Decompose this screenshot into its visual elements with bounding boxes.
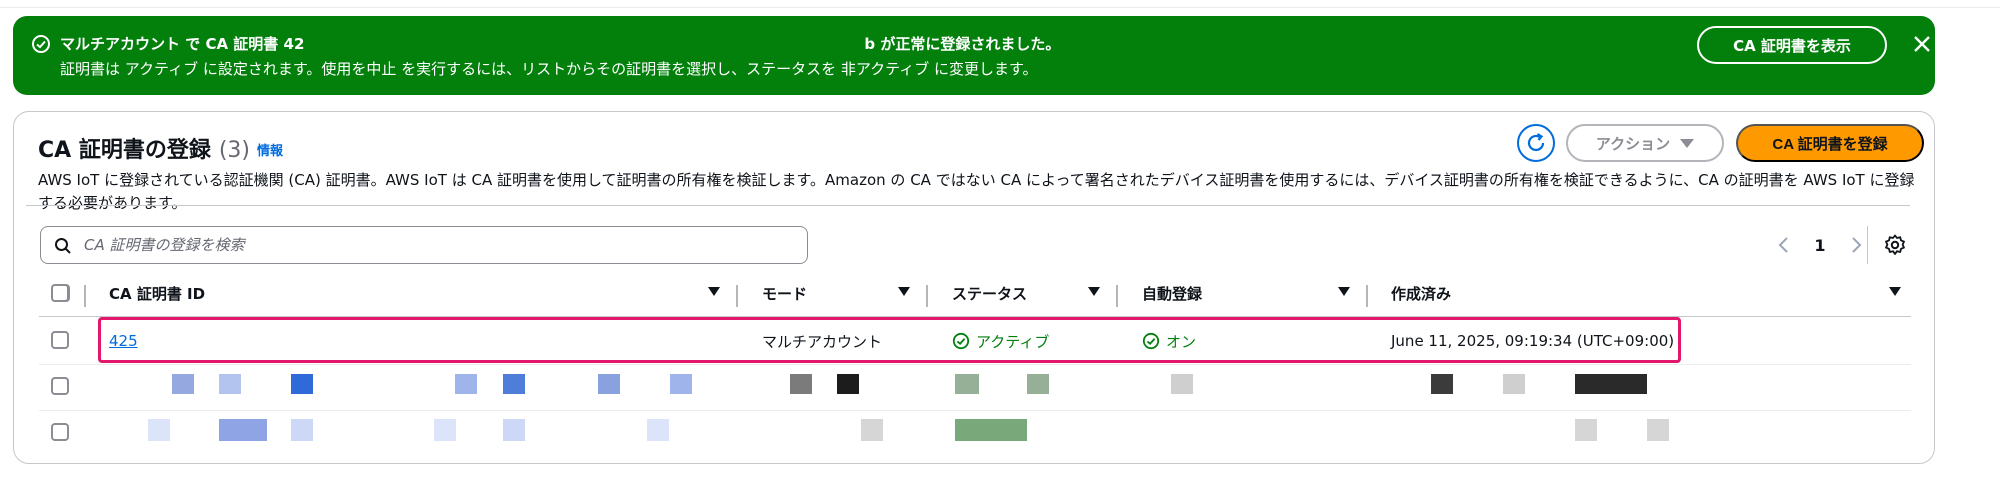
- redacted-block: [172, 374, 194, 394]
- redacted-block: [503, 374, 525, 394]
- redacted-block: [1575, 419, 1597, 441]
- search-field[interactable]: [40, 226, 808, 264]
- chevron-left-icon[interactable]: [1774, 235, 1794, 255]
- redacted-block: [1647, 419, 1669, 441]
- column-divider: [736, 285, 738, 307]
- flash-message: 証明書は アクティブ に設定されます。使用を中止 を実行するには、リストからその…: [60, 60, 1038, 78]
- redacted-block: [1503, 374, 1525, 394]
- redacted-block: [837, 374, 859, 394]
- page-title: CA 証明書の登録 (3): [38, 132, 250, 164]
- redacted-block: [861, 419, 883, 441]
- item-count: (3): [218, 138, 251, 163]
- row-divider: [39, 410, 1911, 411]
- row-divider: [39, 364, 1911, 365]
- column-label: ステータス: [952, 284, 1028, 303]
- column-label: CA 証明書 ID: [109, 284, 206, 303]
- redacted-block: [670, 374, 692, 394]
- table-header: [26, 164, 1910, 302]
- redacted-block: [955, 419, 1027, 441]
- column-label: 作成済み: [1391, 284, 1452, 303]
- row-checkbox[interactable]: [51, 331, 69, 349]
- flash-title: マルチアカウント で CA 証明書 42 b が正常に登録されました。: [60, 33, 1060, 54]
- row-checkbox[interactable]: [51, 423, 69, 441]
- redacted-block: [503, 419, 525, 441]
- chevron-right-icon[interactable]: [1846, 235, 1866, 255]
- redacted-block: [598, 374, 620, 394]
- column-header-status[interactable]: ステータス: [952, 272, 1027, 314]
- caret-down-icon: [1680, 138, 1695, 148]
- redacted-block: [1027, 374, 1049, 394]
- refresh-icon[interactable]: [1517, 124, 1555, 162]
- search-input[interactable]: [84, 233, 784, 257]
- flash-title-prefix: マルチアカウント で CA 証明書 42: [60, 35, 305, 53]
- check-circle-icon: [31, 34, 51, 54]
- info-link[interactable]: 情報: [257, 140, 283, 159]
- redacted-block: [1431, 374, 1453, 394]
- redacted-block: [219, 374, 241, 394]
- highlight-annotation: [98, 317, 1681, 363]
- search-icon: [54, 237, 72, 255]
- flash-title-suffix: b が正常に登録されました。: [864, 35, 1061, 53]
- current-page-number[interactable]: 1: [1810, 236, 1830, 255]
- top-border: [0, 0, 2000, 8]
- column-label: モード: [762, 284, 808, 303]
- column-header-auto-registration[interactable]: 自動登録: [1142, 272, 1202, 314]
- redacted-area: [304, 37, 864, 53]
- select-all-checkbox[interactable]: [51, 284, 69, 302]
- sort-icon[interactable]: [708, 272, 722, 314]
- row-checkbox[interactable]: [51, 377, 69, 395]
- redacted-block: [455, 374, 477, 394]
- register-ca-certificate-button[interactable]: CA 証明書を登録: [1736, 124, 1924, 162]
- column-divider: [1116, 285, 1118, 307]
- redacted-block: [219, 419, 267, 441]
- actions-label: アクション: [1595, 134, 1671, 153]
- sort-icon[interactable]: [1338, 272, 1352, 314]
- redacted-block: [1171, 374, 1193, 394]
- title-text: CA 証明書の登録: [38, 138, 211, 163]
- column-header-ca-id[interactable]: CA 証明書 ID: [109, 272, 205, 314]
- sort-icon[interactable]: [1889, 272, 1903, 314]
- column-header-created[interactable]: 作成済み: [1391, 272, 1451, 314]
- redacted-block: [148, 419, 170, 441]
- redacted-block: [647, 419, 669, 441]
- column-label: 自動登録: [1142, 284, 1203, 303]
- column-divider: [926, 285, 928, 307]
- pagination: 1: [1774, 228, 1866, 262]
- redacted-block: [291, 374, 313, 394]
- redacted-block: [1575, 374, 1647, 394]
- view-ca-certificate-button[interactable]: CA 証明書を表示: [1697, 26, 1887, 64]
- redacted-block: [434, 419, 456, 441]
- settings-gear-icon[interactable]: [1883, 233, 1907, 257]
- sort-icon[interactable]: [1088, 272, 1102, 314]
- actions-dropdown-button[interactable]: アクション: [1566, 124, 1724, 162]
- column-header-mode[interactable]: モード: [762, 272, 807, 314]
- sort-icon[interactable]: [898, 272, 912, 314]
- column-divider: [1366, 285, 1368, 307]
- redacted-block: [291, 419, 313, 441]
- column-divider: [84, 285, 86, 307]
- redacted-block: [955, 374, 979, 394]
- success-flash-banner: マルチアカウント で CA 証明書 42 b が正常に登録されました。 証明書は …: [13, 16, 1935, 95]
- redacted-block: [790, 374, 812, 394]
- pagination-divider: [1867, 226, 1868, 264]
- close-icon[interactable]: [1908, 30, 1936, 58]
